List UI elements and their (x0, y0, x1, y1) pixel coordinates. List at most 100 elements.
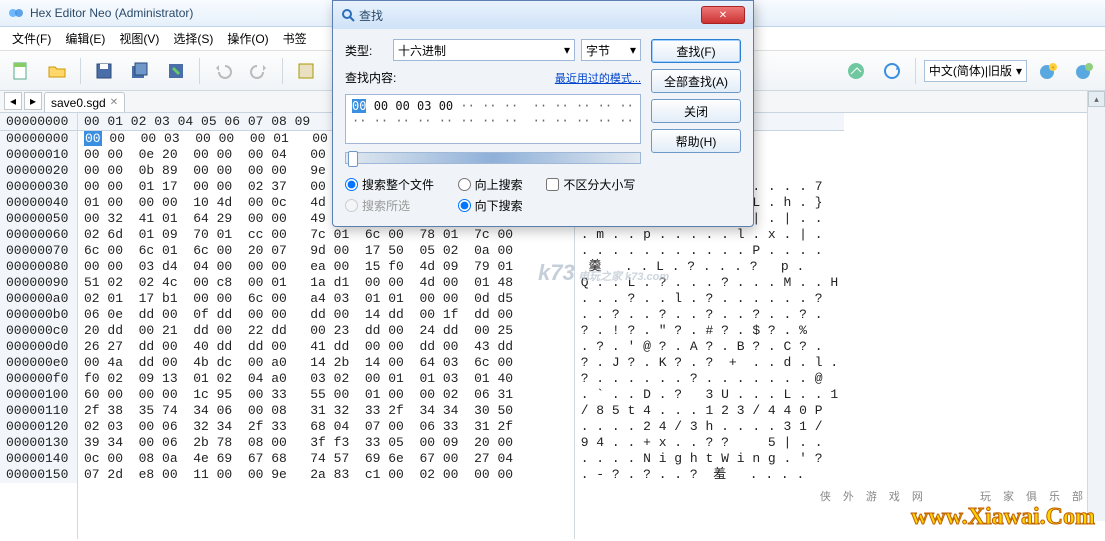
hex-cell[interactable]: 6c 00 6c 01 6c 00 20 07 9d 00 17 50 05 0… (78, 243, 574, 259)
hex-cell[interactable]: 00 4a dd 00 4b dc 00 a0 14 2b 14 00 64 0… (78, 355, 574, 371)
chevron-down-icon: ▾ (630, 43, 636, 57)
hex-cell[interactable]: 26 27 dd 00 40 dd dd 00 41 dd 00 00 dd 0… (78, 339, 574, 355)
address-cell: 00000100 (0, 387, 77, 403)
ascii-cell[interactable]: / 8 5 t 4 . . . 1 2 3 / 4 4 0 P (575, 403, 844, 419)
dialog-close-button[interactable]: ✕ (701, 6, 745, 24)
search-icon (341, 8, 355, 22)
ascii-cell[interactable]: . - ? . ? . . ? 羞 . . . . (575, 467, 844, 483)
ascii-cell[interactable]: . . . . N i g h t W i n g . ' ? (575, 451, 844, 467)
tool-refresh[interactable] (877, 56, 907, 86)
find-button[interactable]: 查找(F) (651, 39, 741, 63)
document-tab[interactable]: save0.sgd ✕ (44, 92, 125, 112)
menu-file[interactable]: 文件(F) (6, 28, 57, 49)
hex-cell[interactable]: 02 01 17 b1 00 00 6c 00 a4 03 01 01 00 0… (78, 291, 574, 307)
find-content-input[interactable]: 00 00 00 03 00 ·· ·· ·· ·· ·· ·· ·· ·· ·… (345, 94, 641, 144)
ascii-cell[interactable]: . . ? . . ? . . ? . . ? . . ? . (575, 307, 844, 323)
address-cell: 00000130 (0, 435, 77, 451)
language-select[interactable]: 中文(简体)|旧版 ▾ (924, 60, 1027, 82)
globe-settings-button[interactable] (1069, 56, 1099, 86)
tab-next-button[interactable]: ▸ (24, 92, 42, 110)
tab-label: save0.sgd (51, 96, 106, 110)
address-cell: 00000070 (0, 243, 77, 259)
globe-add-button[interactable]: + (1033, 56, 1063, 86)
hex-cell[interactable]: 07 2d e8 00 11 00 00 9e 2a 83 c1 00 02 0… (78, 467, 574, 483)
tab-prev-button[interactable]: ◂ (4, 92, 22, 110)
address-cell: 000000c0 (0, 323, 77, 339)
recent-patterns-link[interactable]: 最近用过的模式... (555, 70, 641, 86)
dialog-title: 查找 (359, 7, 701, 24)
app-logo-icon (8, 5, 24, 21)
undo-button[interactable] (208, 56, 238, 86)
address-cell: 00000150 (0, 467, 77, 483)
address-cell: 00000080 (0, 259, 77, 275)
hex-cell[interactable]: 0c 00 08 0a 4e 69 67 68 74 57 69 6e 67 0… (78, 451, 574, 467)
hex-cell[interactable]: 2f 38 35 74 34 06 00 08 31 32 33 2f 34 3… (78, 403, 574, 419)
right-panel-strip: ▴ (1087, 91, 1105, 521)
hex-cell[interactable]: 02 03 00 06 32 34 2f 33 68 04 07 00 06 3… (78, 419, 574, 435)
ascii-cell[interactable]: . . . . 2 4 / 3 h . . . . 3 1 / (575, 419, 844, 435)
open-file-button[interactable] (42, 56, 72, 86)
unit-select[interactable]: 字节 ▾ (581, 39, 641, 61)
content-label: 查找内容: (345, 69, 396, 86)
ascii-cell[interactable]: . m . . p . . . . . l . x . | . (575, 227, 844, 243)
address-cell: 00000020 (0, 163, 77, 179)
ascii-cell[interactable]: 9 4 . . + x . . ? ? 5 | . . (575, 435, 844, 451)
redo-button[interactable] (244, 56, 274, 86)
opt-search-up[interactable]: 向上搜索 (458, 176, 529, 193)
save-as-button[interactable] (161, 56, 191, 86)
menu-view[interactable]: 视图(V) (113, 28, 165, 49)
address-header: 00000000 (0, 113, 77, 131)
hex-cell[interactable]: 20 dd 00 21 dd 00 22 dd 00 23 dd 00 24 d… (78, 323, 574, 339)
menu-ops[interactable]: 操作(O) (221, 28, 274, 49)
opt-ignore-case[interactable]: 不区分大小写 (546, 176, 641, 193)
hex-cell[interactable]: 60 00 00 00 1c 95 00 33 55 00 01 00 00 0… (78, 387, 574, 403)
unit-value: 字节 (586, 42, 610, 59)
address-cell: 000000e0 (0, 355, 77, 371)
opt-selection[interactable]: 搜索所选 (345, 197, 440, 214)
help-button[interactable]: 帮助(H) (651, 129, 741, 153)
tool-globe-a[interactable] (841, 56, 871, 86)
type-value: 十六进制 (398, 42, 446, 59)
ascii-cell[interactable]: ? . . . . . . ? . . . . . . . @ (575, 371, 844, 387)
hex-cell[interactable]: 00 00 03 d4 04 00 00 00 ea 00 15 f0 4d 0… (78, 259, 574, 275)
address-cell: 00000060 (0, 227, 77, 243)
hex-cell[interactable]: f0 02 09 13 01 02 04 a0 03 02 00 01 01 0… (78, 371, 574, 387)
menu-bookmark[interactable]: 书签 (277, 28, 313, 49)
address-cell: 000000b0 (0, 307, 77, 323)
ascii-cell[interactable]: . . . ? . . l . ? . . . . . . ? (575, 291, 844, 307)
ascii-cell[interactable]: . ` . . D . ? 3 U . . . L . . 1 (575, 387, 844, 403)
address-cell: 00000090 (0, 275, 77, 291)
close-button[interactable]: 关闭 (651, 99, 741, 123)
type-label: 类型: (345, 42, 387, 59)
hex-cell[interactable]: 02 6d 01 09 70 01 cc 00 7c 01 6c 00 78 0… (78, 227, 574, 243)
ascii-cell[interactable]: ? . ! ? . " ? . # ? . $ ? . % (575, 323, 844, 339)
address-cell: 000000f0 (0, 371, 77, 387)
ascii-cell[interactable]: ? . J ? . K ? . ? + . . d . l . (575, 355, 844, 371)
panel-up-button[interactable]: ▴ (1088, 91, 1105, 107)
svg-text:+: + (1051, 65, 1055, 72)
window-title: Hex Editor Neo (Administrator) (30, 6, 193, 20)
hex-cell[interactable]: 51 02 02 4c 00 c8 00 01 1a d1 00 00 4d 0… (78, 275, 574, 291)
hex-cell[interactable]: 06 0e dd 00 0f dd 00 00 dd 00 14 dd 00 1… (78, 307, 574, 323)
new-file-button[interactable] (6, 56, 36, 86)
opt-search-down[interactable]: 向下搜索 (458, 197, 529, 214)
history-slider[interactable] (345, 152, 641, 164)
address-cell: 00000120 (0, 419, 77, 435)
hex-cell[interactable]: 39 34 00 06 2b 78 08 00 3f f3 33 05 00 0… (78, 435, 574, 451)
address-cell: 00000000 (0, 131, 77, 147)
address-cell: 00000140 (0, 451, 77, 467)
chevron-down-icon: ▾ (1016, 64, 1022, 78)
save-all-button[interactable] (125, 56, 155, 86)
tab-close-icon[interactable]: ✕ (110, 97, 118, 108)
ascii-cell[interactable]: . ? . ' @ ? . A ? . B ? . C ? . (575, 339, 844, 355)
address-cell: 00000050 (0, 211, 77, 227)
ascii-cell[interactable]: . . . . . . . . . . . P . . . . (575, 243, 844, 259)
language-value: 中文(简体)|旧版 (929, 62, 1012, 79)
type-select[interactable]: 十六进制▾ (393, 39, 575, 61)
opt-whole-file[interactable]: 搜索整个文件 (345, 176, 440, 193)
menu-edit[interactable]: 编辑(E) (59, 28, 111, 49)
save-button[interactable] (89, 56, 119, 86)
tool-a-button[interactable] (291, 56, 321, 86)
find-all-button[interactable]: 全部查找(A) (651, 69, 741, 93)
menu-select[interactable]: 选择(S) (167, 28, 219, 49)
